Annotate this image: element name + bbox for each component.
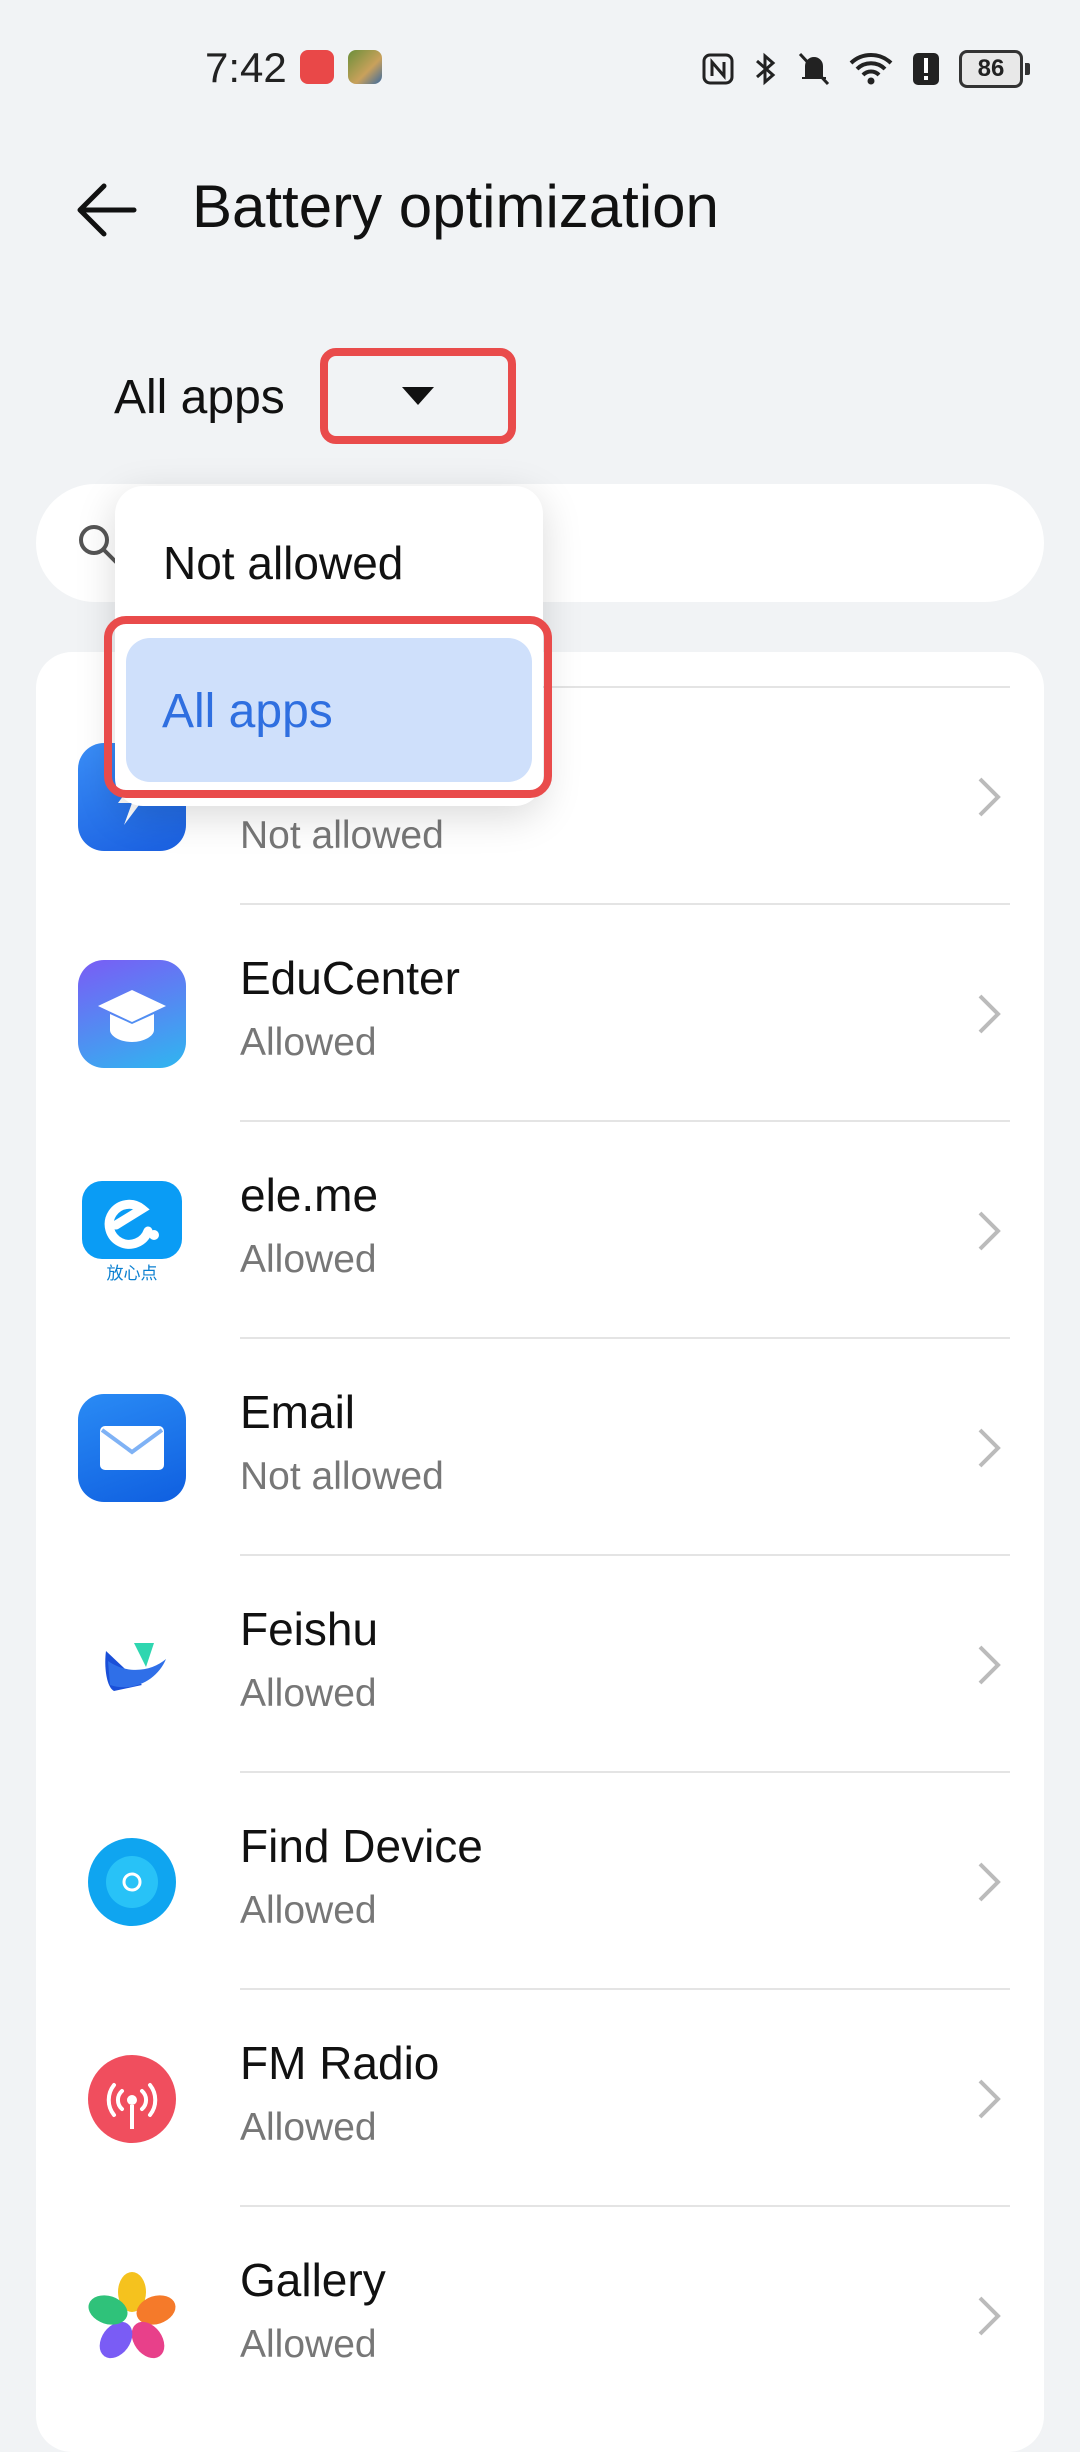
wifi-icon (849, 53, 893, 85)
app-status: Allowed (240, 2106, 377, 2149)
dropdown-option-not-allowed[interactable]: Not allowed (163, 536, 403, 590)
find-device-icon (78, 1827, 186, 1936)
chevron-right-icon (978, 1645, 1001, 1684)
app-name: EduCenter (240, 952, 460, 1004)
mute-bell-icon (798, 52, 830, 86)
app-status: Allowed (240, 2323, 377, 2366)
email-icon (78, 1393, 186, 1502)
chevron-right-icon (978, 1211, 1001, 1250)
app-status: Allowed (240, 1672, 377, 1715)
chevron-right-icon (978, 777, 1001, 816)
app-status: Allowed (240, 1021, 377, 1064)
caret-down-icon (402, 387, 434, 405)
app-name: ele.me (240, 1169, 379, 1221)
bluetooth-icon (756, 52, 776, 86)
chevron-right-icon (978, 1862, 1001, 1901)
app-status: Allowed (240, 1889, 377, 1932)
battery-tip (1025, 63, 1030, 75)
highlight-frame (104, 616, 552, 798)
app-name: Gallery (240, 2254, 386, 2306)
list-item[interactable]: FM Radio Allowed (36, 1990, 1044, 2207)
list-item[interactable]: EduCenter Allowed (36, 905, 1044, 1122)
status-indicators: 86 (701, 50, 1030, 88)
fm-radio-icon (78, 2044, 186, 2153)
list-item[interactable]: 放心点 ele.me Allowed (36, 1122, 1044, 1339)
chevron-right-icon (978, 1428, 1001, 1467)
gallery-icon (78, 2261, 186, 2370)
filter-dropdown-toggle[interactable] (320, 348, 516, 444)
battery-level: 86 (959, 50, 1023, 88)
status-bar: 7:42 86 (0, 0, 1080, 140)
game-notification-icon (348, 50, 382, 84)
chevron-right-icon (978, 994, 1001, 1033)
app-status: Not allowed (240, 814, 444, 857)
app-name: FM Radio (240, 2037, 440, 2089)
notification-icons (300, 50, 382, 84)
list-item[interactable]: Gallery Allowed (36, 2207, 1044, 2424)
app-name: Email (240, 1386, 356, 1438)
feishu-icon (78, 1610, 186, 1719)
eleme-icon-text: 放心点 (107, 1264, 158, 1284)
battery-indicator: 86 (959, 50, 1030, 88)
huawei-notification-icon (300, 50, 334, 84)
chevron-right-icon (978, 2296, 1001, 2335)
list-item[interactable]: Feishu Allowed (36, 1556, 1044, 1773)
filter-label: All apps (114, 371, 285, 424)
app-status: Not allowed (240, 1455, 444, 1498)
app-name: Feishu (240, 1603, 379, 1655)
status-time: 7:42 (205, 44, 287, 91)
eleme-icon: 放心点 (78, 1176, 186, 1285)
chevron-right-icon (978, 2079, 1001, 2118)
app-name: Find Device (240, 1820, 483, 1872)
back-button[interactable] (70, 170, 150, 250)
list-item[interactable]: Find Device Allowed (36, 1773, 1044, 1990)
alert-icon (913, 53, 939, 85)
list-item[interactable]: Email Not allowed (36, 1339, 1044, 1556)
search-icon (79, 525, 118, 564)
app-status: Allowed (240, 1238, 377, 1281)
nfc-icon (702, 53, 734, 85)
educenter-icon (78, 959, 186, 1068)
app-list: Not allowed EduCenter Allowed 放心点 ele.me… (36, 652, 1044, 2452)
page-title: Battery optimization (192, 173, 719, 240)
back-arrow-icon (77, 183, 137, 237)
